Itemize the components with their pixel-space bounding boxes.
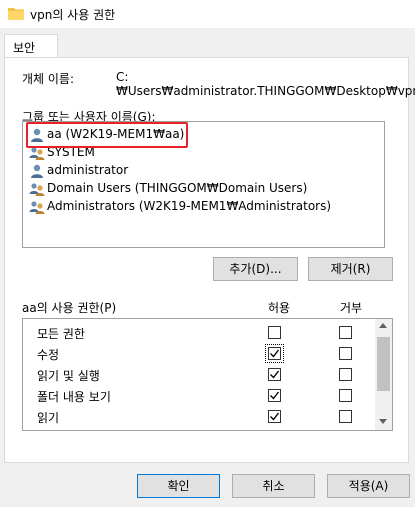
add-button[interactable]: 추가(D)...	[213, 257, 298, 281]
permissions-table: 모든 권한 수정 읽기 및 실행 폴더 내용 보기 읽기	[22, 318, 393, 431]
permission-name: 읽기	[37, 411, 60, 425]
list-item-label: administrator	[47, 163, 129, 177]
permissions-title: aa의 사용 권한(P)	[22, 301, 117, 315]
permission-row: 수정	[23, 343, 375, 363]
apply-button[interactable]: 적용(A)	[327, 474, 410, 498]
check-icon	[270, 370, 280, 379]
cancel-button[interactable]: 취소	[232, 474, 315, 498]
list-item[interactable]: Domain Users (THINGGOM₩Domain Users)	[27, 180, 367, 198]
allow-checkbox[interactable]	[268, 326, 281, 339]
check-icon	[270, 349, 280, 358]
list-item-label: Administrators (W2K19-MEM1₩Administrator…	[47, 199, 332, 213]
scroll-thumb[interactable]	[377, 337, 390, 391]
deny-checkbox[interactable]	[339, 347, 352, 360]
object-name-label: 개체 이름:	[22, 72, 75, 86]
user-icon	[31, 164, 43, 178]
allow-checkbox[interactable]	[268, 410, 281, 423]
list-item[interactable]: administrator	[27, 162, 367, 180]
allow-checkbox[interactable]	[265, 344, 284, 363]
group-icon	[29, 183, 45, 196]
check-icon	[270, 412, 280, 421]
check-icon	[270, 391, 280, 400]
remove-button[interactable]: 제거(R)	[308, 257, 393, 281]
deny-checkbox[interactable]	[339, 326, 352, 339]
tab-security[interactable]: 보안	[4, 34, 58, 58]
tab-security-label: 보안	[13, 41, 36, 55]
permission-name: 읽기 및 실행	[37, 369, 100, 383]
permission-name: 폴더 내용 보기	[37, 390, 111, 404]
deny-checkbox[interactable]	[339, 410, 352, 423]
permission-row: 모든 권한	[23, 322, 375, 342]
selection-highlight	[26, 122, 188, 148]
permission-row: 폴더 내용 보기	[23, 385, 375, 405]
object-name-value: C:₩Users₩administrator.THINGGOM₩Desktop₩…	[116, 70, 415, 98]
allow-column-header: 허용	[268, 301, 291, 315]
permissions-scrollbar[interactable]	[375, 319, 392, 430]
title-bar: vpn의 사용 권한	[0, 0, 415, 28]
deny-checkbox[interactable]	[339, 368, 352, 381]
window-title: vpn의 사용 권한	[30, 8, 116, 22]
list-item-label: Domain Users (THINGGOM₩Domain Users)	[47, 181, 308, 195]
permission-row: 읽기	[23, 406, 375, 426]
permission-name: 모든 권한	[37, 327, 85, 341]
scroll-up-arrow-icon[interactable]	[379, 323, 387, 328]
allow-checkbox[interactable]	[268, 368, 281, 381]
permission-name: 수정	[37, 348, 60, 362]
ok-button[interactable]: 확인	[137, 474, 220, 498]
deny-column-header: 거부	[340, 301, 363, 315]
group-icon	[29, 201, 45, 214]
deny-checkbox[interactable]	[339, 389, 352, 402]
allow-checkbox[interactable]	[268, 389, 281, 402]
folder-icon	[8, 8, 24, 20]
permission-row: 읽기 및 실행	[23, 364, 375, 384]
list-item[interactable]: Administrators (W2K19-MEM1₩Administrator…	[27, 198, 367, 216]
scroll-down-arrow-icon[interactable]	[379, 419, 387, 424]
